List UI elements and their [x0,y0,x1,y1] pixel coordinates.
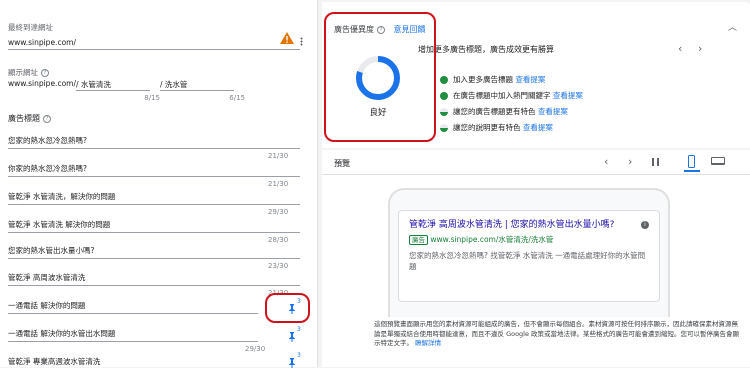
active-tab-indicator [684,170,700,172]
mobile-view-icon[interactable] [688,155,695,168]
divider [8,176,300,177]
headline-field[interactable]: 管乾淨 水管清洗，解決你的問題 [8,191,115,202]
headline-field[interactable]: 你家的熱水忽冷忽熱嗎? [8,163,87,174]
display-path-domain: www.sinpipe.com/ [8,79,76,88]
view-ideas-link[interactable]: 查看提案 [553,91,583,100]
prev-suggestion-button[interactable]: ‹ [678,42,682,55]
next-preview-button[interactable]: › [628,155,632,168]
divider [8,313,258,314]
ad-badge: 廣告 [409,235,428,245]
final-url-label: 最終到達網址 [8,23,53,32]
info-icon[interactable]: i [641,221,649,229]
headline-field[interactable]: 管乾淨 專業高週波水管清洗 [8,356,100,367]
headline-field[interactable]: 管乾淨 高周波水管清洗 [8,272,85,283]
ad-url-line: 廣告 www.sinpipe.com/水管清洗/洗水管 [409,234,649,245]
help-icon[interactable]: ? [41,69,49,77]
headline-count: 21/30 [268,180,289,188]
divider [8,285,300,286]
check-icon [440,92,448,100]
preview-panel: 預覽 ‹ › 管乾淨 高周波水管清洗 | 您家的熱水管出水量小嗎? i 廣告 w… [322,150,750,367]
prev-preview-button[interactable]: ‹ [604,155,608,168]
headline-count: 28/30 [268,236,289,244]
check-icon [440,76,448,84]
headline-count: 29/30 [268,208,289,216]
divider [8,148,300,149]
headlines-label: 廣告標題? [8,113,51,124]
view-ideas-link[interactable]: 查看提案 [538,107,568,116]
divider [8,258,300,259]
highlight-box [324,12,436,142]
preview-title: 預覽 [334,159,350,168]
warning-icon[interactable] [280,32,294,44]
headline-count: 29/30 [245,345,266,353]
suggestion-item: 讓您的說明更有特色 查看提案 [440,122,553,133]
preview-disclaimer: 這個預覽畫面顯示用您的素材資源可能組成的廣告，但不會顯示每個組合。素材資源可按任… [366,317,750,367]
ad-form-panel: 最終到達網址 www.sinpipe.com/ 顯示網址? www.sinpip… [0,0,318,368]
divider [8,204,300,205]
more-vert-icon[interactable] [300,37,303,46]
headline-field[interactable]: 一通電話 解決你的問題 [8,300,85,311]
final-url-field[interactable]: www.sinpipe.com/ [8,38,76,47]
headline-field[interactable]: 您家的熱水管出水量小嗎? [8,245,94,256]
divider [160,90,234,91]
display-path-label: 顯示網址? [8,67,49,78]
suggestion-item: 在廣告標題中加入熱門關鍵字 查看提案 [440,90,583,101]
view-ideas-link[interactable]: 查看提案 [523,123,553,132]
partial-check-icon [440,108,448,116]
headline-count: 23/30 [268,262,289,270]
headline-field[interactable]: 您家的熱水忽冷忽熱嗎? [8,135,87,146]
right-column: 廣告優異度? 意見回饋 良好 增加更多廣告標題，廣告成效更有勝算 ‹ › ︿ 加… [318,0,750,367]
ad-description: 您家的熱水忽冷忽熱嗎? 找管乾淨 水管清洗 一通電話處理好你的水管問題 [409,251,646,271]
ad-preview-card: 管乾淨 高周波水管清洗 | 您家的熱水管出水量小嗎? i 廣告 www.sinp… [398,210,660,302]
help-icon[interactable]: ? [43,114,51,123]
pin-position: 3 [297,352,301,359]
suggestion-item: 加入更多廣告標題 查看提案 [440,74,545,85]
next-suggestion-button[interactable]: › [698,42,702,55]
headline-field[interactable]: 管乾淨 水管清洗 解決你的問題 [8,219,110,230]
path1-count: 8/15 [144,94,160,102]
divider [8,49,300,50]
ad-display-url: www.sinpipe.com/水管清洗/洗水管 [430,235,554,244]
desktop-view-icon[interactable] [711,157,725,165]
divider [8,232,300,233]
collapse-icon[interactable]: ︿ [728,20,737,33]
suggestion-heading: 增加更多廣告標題，廣告成效更有勝算 [418,45,554,54]
path2-count: 6/15 [229,94,245,102]
highlight-box [265,293,310,323]
path1-field[interactable]: / 水管清洗 [76,79,111,90]
view-ideas-link[interactable]: 查看提案 [515,75,545,84]
divider [8,341,258,342]
suggestion-item: 讓您的廣告標題更有特色 查看提案 [440,106,568,117]
ad-headline[interactable]: 管乾淨 高周波水管清洗 | 您家的熱水管出水量小嗎? [409,219,649,231]
path2-field[interactable]: / 洗水管 [160,79,187,90]
headline-count: 21/30 [268,152,289,160]
pause-icon[interactable] [652,158,659,166]
headline-field[interactable]: 一通電話 解決你的水管出水問題 [8,328,115,339]
divider [76,90,150,91]
pin-icon[interactable] [288,332,296,342]
partial-check-icon [440,124,448,132]
ad-strength-panel: 廣告優異度? 意見回饋 良好 增加更多廣告標題，廣告成效更有勝算 ‹ › ︿ 加… [322,2,750,148]
pin-position: 3 [297,326,301,333]
divider [322,174,750,175]
learn-more-link[interactable]: 瞭解詳情 [415,339,441,347]
